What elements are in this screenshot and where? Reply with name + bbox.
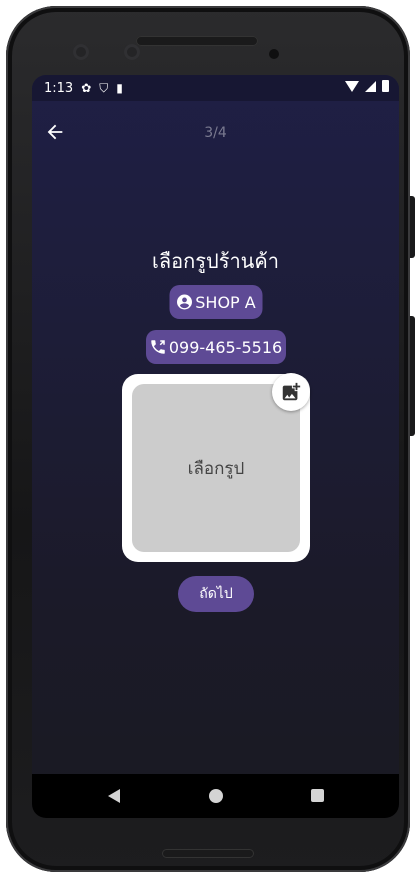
shop-name-text: SHOP A [195,292,256,312]
status-right [345,80,389,92]
shield-icon: ⛉ [99,80,109,95]
phone-frame: 1:13 ✿ ⛉ ▮ 3/4 เลือกรูปร้านค้า SHOP A 09… [6,6,415,872]
add-photo-button[interactable] [272,373,310,411]
step-indicator: 3/4 [204,125,227,141]
volume-button [410,316,415,436]
screen: 1:13 ✿ ⛉ ▮ 3/4 เลือกรูปร้านค้า SHOP A 09… [32,75,399,818]
shop-name-badge: SHOP A [169,285,262,319]
status-bar: 1:13 ✿ ⛉ ▮ [32,75,399,101]
proximity-sensor [269,49,279,59]
front-camera-icon [73,44,89,60]
phone-number-badge: 099-465-5516 [145,330,286,364]
power-button [410,196,415,258]
photo-placeholder[interactable]: เลือกรูป [132,384,300,552]
wifi-icon [345,80,359,92]
front-camera-icon [124,44,140,60]
nav-home-icon[interactable] [209,789,223,803]
phone-number-text: 099-465-5516 [168,337,283,357]
status-time: 1:13 [44,80,74,96]
add-photo-icon [282,382,301,401]
top-bezel [6,6,410,81]
signal-icon [365,80,376,92]
system-nav-bar [32,774,399,818]
sd-card-icon: ▮ [116,81,123,95]
phone-icon [151,340,165,354]
photo-placeholder-label: เลือกรูป [187,458,245,479]
earpiece-speaker [136,36,258,46]
page-title: เลือกรูปร้านค้า [152,249,279,273]
settings-icon: ✿ [81,81,92,95]
bottom-speaker [162,849,254,858]
battery-icon [382,80,389,92]
account-circle-icon [176,294,192,310]
nav-recents-icon[interactable] [311,789,324,802]
nav-back-icon[interactable] [108,789,120,803]
next-button[interactable]: ถัดไป [178,576,254,612]
